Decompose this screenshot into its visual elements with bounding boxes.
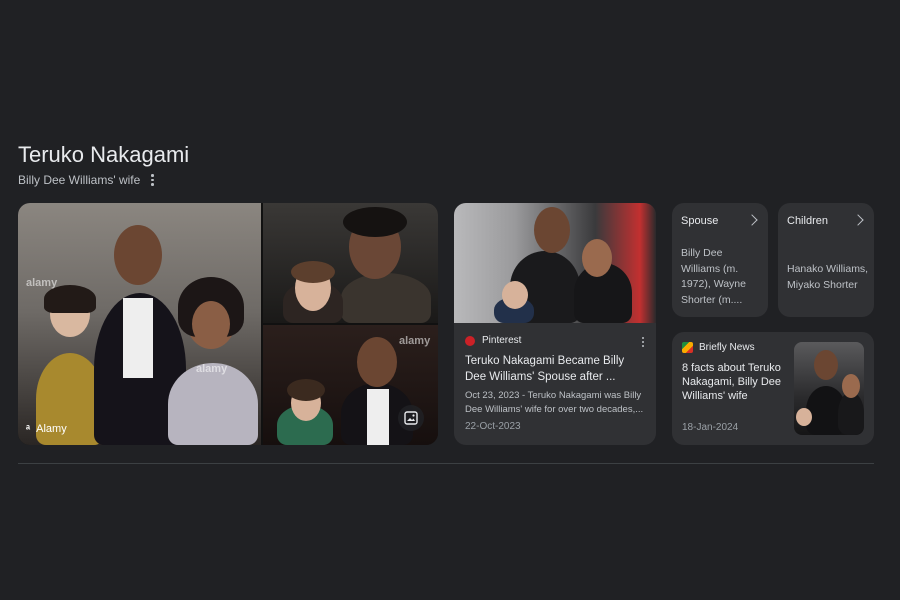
briefly-news-result-card[interactable]: Briefly News 8 facts about Teruko Nakaga… <box>672 332 874 445</box>
chevron-right-icon <box>852 214 864 226</box>
fact-label: Children <box>787 215 828 227</box>
image-source-label: Alamy <box>36 423 67 435</box>
pinterest-logo-icon <box>465 335 475 346</box>
watermark: alamy <box>399 335 431 347</box>
pinterest-source: Pinterest <box>465 335 521 346</box>
image-search-button[interactable] <box>398 405 424 431</box>
result-date: 18-Jan-2024 <box>682 422 739 433</box>
main-photo[interactable]: alamy alamy ᵃ Alamy <box>18 203 261 445</box>
spouse-fact-card[interactable]: Spouse Billy Dee Williams (m. 1972), Way… <box>672 203 768 317</box>
source-name: Pinterest <box>482 335 522 346</box>
fact-label: Spouse <box>681 215 719 227</box>
children-fact-card[interactable]: Children Hanako Williams, Miyako Shorter <box>778 203 874 317</box>
section-divider <box>18 463 874 464</box>
result-title[interactable]: Teruko Nakagami Became Billy Dee William… <box>465 353 647 385</box>
pinterest-thumbnail <box>454 203 656 323</box>
photo-bottom-right[interactable]: alamy <box>263 325 438 445</box>
result-snippet: Oct 23, 2023 - Teruko Nakagami was Billy… <box>465 390 644 415</box>
subtitle-text: Billy Dee Williams' wife <box>18 173 141 187</box>
alamy-logo: ᵃ <box>26 423 31 435</box>
more-vert-icon[interactable] <box>151 174 154 186</box>
briefly-news-logo-icon <box>682 342 693 353</box>
watermark: alamy <box>196 363 228 375</box>
fact-value: Billy Dee Williams (m. 1972), Wayne Shor… <box>681 247 746 306</box>
pinterest-result-card[interactable]: Pinterest Teruko Nakagami Became Billy D… <box>454 203 656 445</box>
result-date: 22-Oct-2023 <box>465 421 521 432</box>
fact-value: Hanako Williams, Miyako Shorter <box>787 263 869 291</box>
page-title: Teruko Nakagami <box>18 142 190 167</box>
photo-top-right[interactable] <box>263 203 438 323</box>
image-source: ᵃ Alamy <box>26 423 67 435</box>
briefly-thumbnail <box>794 342 864 435</box>
briefly-source: Briefly News <box>682 342 755 353</box>
result-title[interactable]: 8 facts about Teruko Nakagami, Billy Dee… <box>682 361 790 403</box>
chevron-right-icon <box>746 214 758 226</box>
image-search-icon <box>404 411 418 425</box>
source-name: Briefly News <box>699 342 755 353</box>
watermark: alamy <box>26 277 58 289</box>
page-subtitle: Billy Dee Williams' wife <box>18 173 154 187</box>
more-vert-icon[interactable] <box>642 337 644 347</box>
image-collage[interactable]: alamy alamy ᵃ Alamy alamy <box>18 203 438 445</box>
